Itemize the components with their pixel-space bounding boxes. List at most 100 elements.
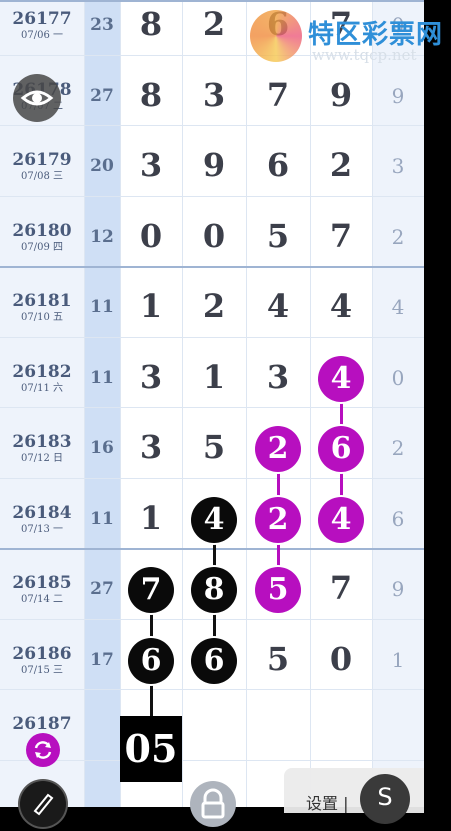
sum-value: 12 xyxy=(90,226,114,247)
issue-number: 26184 xyxy=(12,502,72,523)
sum-value: 27 xyxy=(90,579,114,600)
digit-cell: 8 xyxy=(139,5,163,44)
column-divider xyxy=(84,0,85,807)
logo-mark-icon xyxy=(250,10,302,62)
tail-value: 2 xyxy=(391,436,405,461)
column-divider xyxy=(310,0,311,807)
issue-number: 26181 xyxy=(12,291,72,312)
highlight-ball: 7 xyxy=(128,567,174,614)
pen-icon xyxy=(33,793,54,816)
row-divider xyxy=(0,336,424,338)
digit-cell: 3 xyxy=(139,428,163,467)
highlight-ball: 4 xyxy=(318,355,364,402)
tail-value: 6 xyxy=(391,506,405,531)
tail-value: 2 xyxy=(391,224,405,249)
digit-cell: 6 xyxy=(266,146,290,185)
issue-cell: 26182 07/11 六 xyxy=(0,362,84,396)
digit-cell: 4 xyxy=(329,287,353,326)
eye-icon xyxy=(20,90,54,106)
sum-value: 11 xyxy=(90,508,114,529)
digit-cell: 0 xyxy=(139,216,163,255)
digit-cell: 7 xyxy=(329,216,353,255)
sum-value: 11 xyxy=(90,367,114,388)
highlight-ball: 4 xyxy=(318,496,364,543)
tail-value: 1 xyxy=(391,647,405,672)
sum-value: 20 xyxy=(90,156,114,177)
row-divider xyxy=(0,266,424,268)
issue-date: 07/08 三 xyxy=(21,171,63,183)
row-divider xyxy=(0,407,424,408)
highlight-ball: 6 xyxy=(318,426,364,473)
issue-number: 26179 xyxy=(12,150,72,171)
row-divider xyxy=(0,759,424,761)
tail-column xyxy=(372,0,424,807)
issue-date: 07/10 五 xyxy=(21,312,63,324)
digit-cell: 7 xyxy=(329,569,353,608)
issue-number: 26186 xyxy=(12,643,72,664)
issue-cell: 26186 07/15 三 xyxy=(0,644,84,678)
digit-cell: 3 xyxy=(139,146,163,185)
digit-cell: 9 xyxy=(329,75,353,114)
highlight-ball: 6 xyxy=(191,637,237,684)
column-divider xyxy=(182,0,183,807)
issue-date: 07/14 二 xyxy=(21,594,63,606)
issue-cell: 26179 07/08 三 xyxy=(0,150,84,184)
digit-cell: 8 xyxy=(139,75,163,114)
lottery-trend-screen: 2617707/06 一23826702617807/07 二278379926… xyxy=(0,0,451,827)
issue-cell: 26183 07/12 日 xyxy=(0,432,84,466)
issue-number: 26183 xyxy=(12,432,72,453)
row-divider xyxy=(0,0,424,3)
digit-cell: 0 xyxy=(202,216,226,255)
row-divider xyxy=(0,195,424,197)
tail-value: 0 xyxy=(391,365,405,390)
digit-cell: 3 xyxy=(266,357,290,396)
sum-value: 11 xyxy=(90,297,114,318)
issue-date: 07/13 一 xyxy=(21,523,63,535)
row-divider xyxy=(0,689,424,690)
issue-number: 26185 xyxy=(12,573,72,594)
digit-cell: 2 xyxy=(329,146,353,185)
issue-cell: 26185 07/14 二 xyxy=(0,573,84,607)
tail-value: 9 xyxy=(391,83,405,108)
site-logo: 特区彩票网 www.tqcp.net xyxy=(248,8,448,68)
settings-shortcut-button[interactable]: S xyxy=(360,774,410,824)
digit-cell: 1 xyxy=(139,498,163,537)
issue-date: 07/15 三 xyxy=(21,664,63,676)
trend-grid: 2617707/06 一23826702617807/07 二278379926… xyxy=(0,0,424,807)
digit-cell: 2 xyxy=(202,287,226,326)
highlight-ball: 2 xyxy=(255,496,301,543)
digit-cell: 2 xyxy=(202,5,226,44)
highlight-ball: 4 xyxy=(191,496,237,543)
digit-cell: 4 xyxy=(266,287,290,326)
current-draw-value: 05 xyxy=(120,716,182,782)
issue-cell: 26177 07/06 一 xyxy=(0,9,84,43)
issue-cell: 26187 xyxy=(0,714,84,734)
highlight-ball: 6 xyxy=(128,637,174,684)
settings-label[interactable]: 设置 | xyxy=(306,790,348,814)
digit-cell: 7 xyxy=(266,75,290,114)
row-divider xyxy=(0,477,424,479)
toggle-visibility-button[interactable] xyxy=(13,74,61,122)
digit-cell: 3 xyxy=(202,75,226,114)
issue-cell: 26184 07/13 一 xyxy=(0,503,84,537)
issue-number: 26187 xyxy=(12,714,72,735)
highlight-ball: 5 xyxy=(255,567,301,614)
digit-cell: 0 xyxy=(329,639,353,678)
digit-cell: 1 xyxy=(139,287,163,326)
tail-value: 9 xyxy=(391,577,405,602)
logo-url: www.tqcp.net xyxy=(312,46,417,64)
refresh-icon xyxy=(34,741,52,759)
draw-tool-button[interactable] xyxy=(20,781,66,827)
issue-number: 26177 xyxy=(12,9,72,30)
sum-column xyxy=(84,0,120,807)
digit-cell: 5 xyxy=(266,216,290,255)
sum-value: 23 xyxy=(90,15,114,36)
settings-bar[interactable]: 设置 | S xyxy=(284,768,424,824)
issue-number: 26180 xyxy=(12,220,72,241)
refresh-button[interactable] xyxy=(26,733,60,767)
issue-cell: 26181 07/10 五 xyxy=(0,291,84,325)
digit-cell: 9 xyxy=(202,146,226,185)
issue-date: 07/11 六 xyxy=(21,382,63,394)
lock-button[interactable] xyxy=(190,781,236,827)
issue-date: 07/12 日 xyxy=(21,453,63,465)
